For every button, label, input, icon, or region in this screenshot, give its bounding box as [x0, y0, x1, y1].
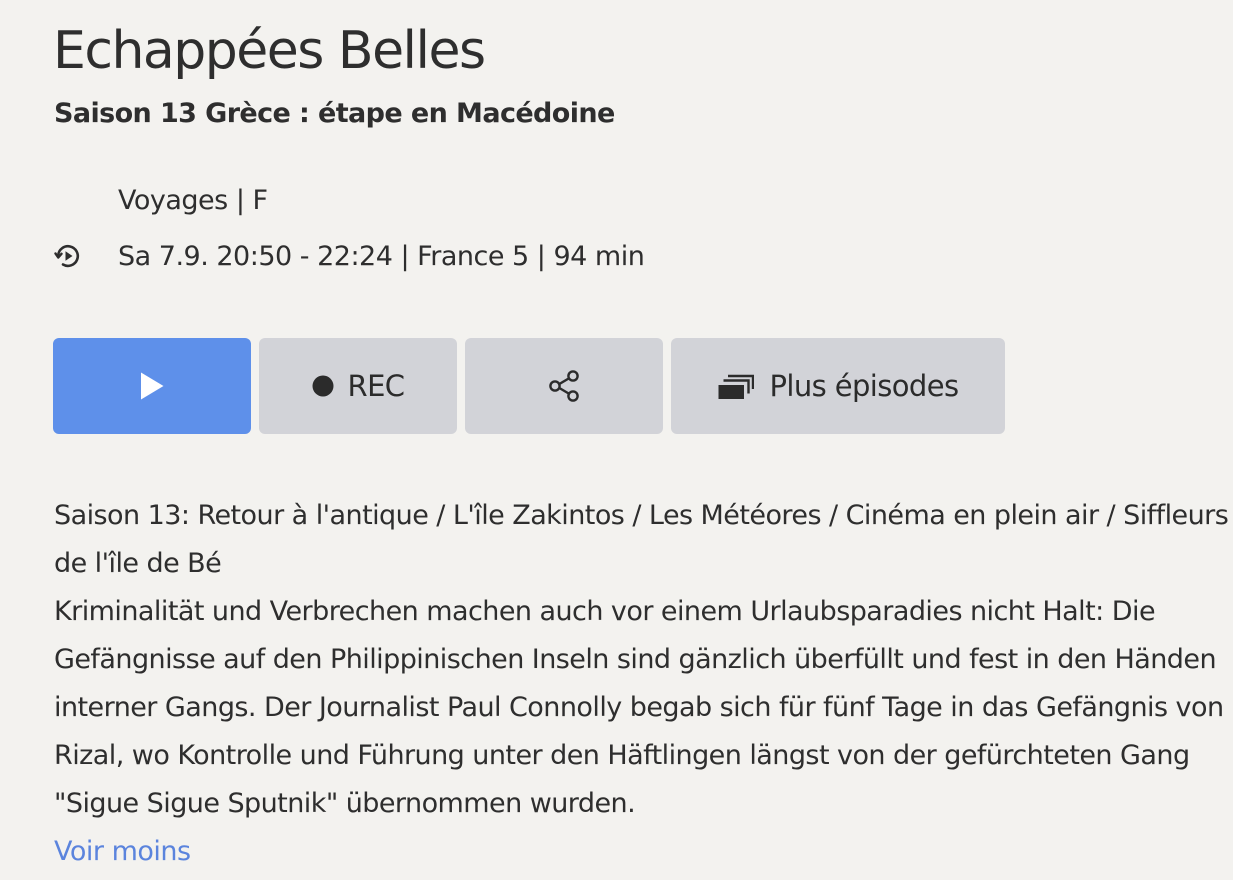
more-episodes-button[interactable]: Plus épisodes: [671, 338, 1005, 434]
season-summary: Saison 13: Retour à l'antique / L'île Za…: [54, 500, 1229, 579]
play-button[interactable]: [53, 338, 251, 434]
episode-synopsis: Kriminalität und Verbrechen machen auch …: [54, 596, 1224, 819]
program-title: Echappées Belles: [53, 21, 486, 81]
genre-row: Voyages | F: [54, 180, 268, 220]
more-episodes-label: Plus épisodes: [769, 369, 960, 403]
episodes-stack-icon: [718, 372, 754, 400]
genre-text: Voyages | F: [118, 184, 268, 216]
airing-row: Sa 7.9. 20:50 - 22:24 | France 5 | 94 mi…: [54, 236, 645, 276]
record-label: REC: [347, 369, 406, 403]
share-icon: [547, 369, 581, 403]
episode-subtitle: Saison 13 Grèce : étape en Macédoine: [54, 98, 615, 129]
play-icon: [139, 371, 165, 401]
show-less-link[interactable]: Voir moins: [54, 830, 191, 874]
record-button[interactable]: REC: [259, 338, 457, 434]
airing-text: Sa 7.9. 20:50 - 22:24 | France 5 | 94 mi…: [118, 240, 645, 272]
action-bar: REC Plus épisodes: [53, 338, 1005, 434]
record-dot-icon: [312, 375, 334, 397]
replay-icon: [54, 242, 82, 270]
share-button[interactable]: [465, 338, 663, 434]
episode-description: Saison 13: Retour à l'antique / L'île Za…: [54, 492, 1229, 828]
